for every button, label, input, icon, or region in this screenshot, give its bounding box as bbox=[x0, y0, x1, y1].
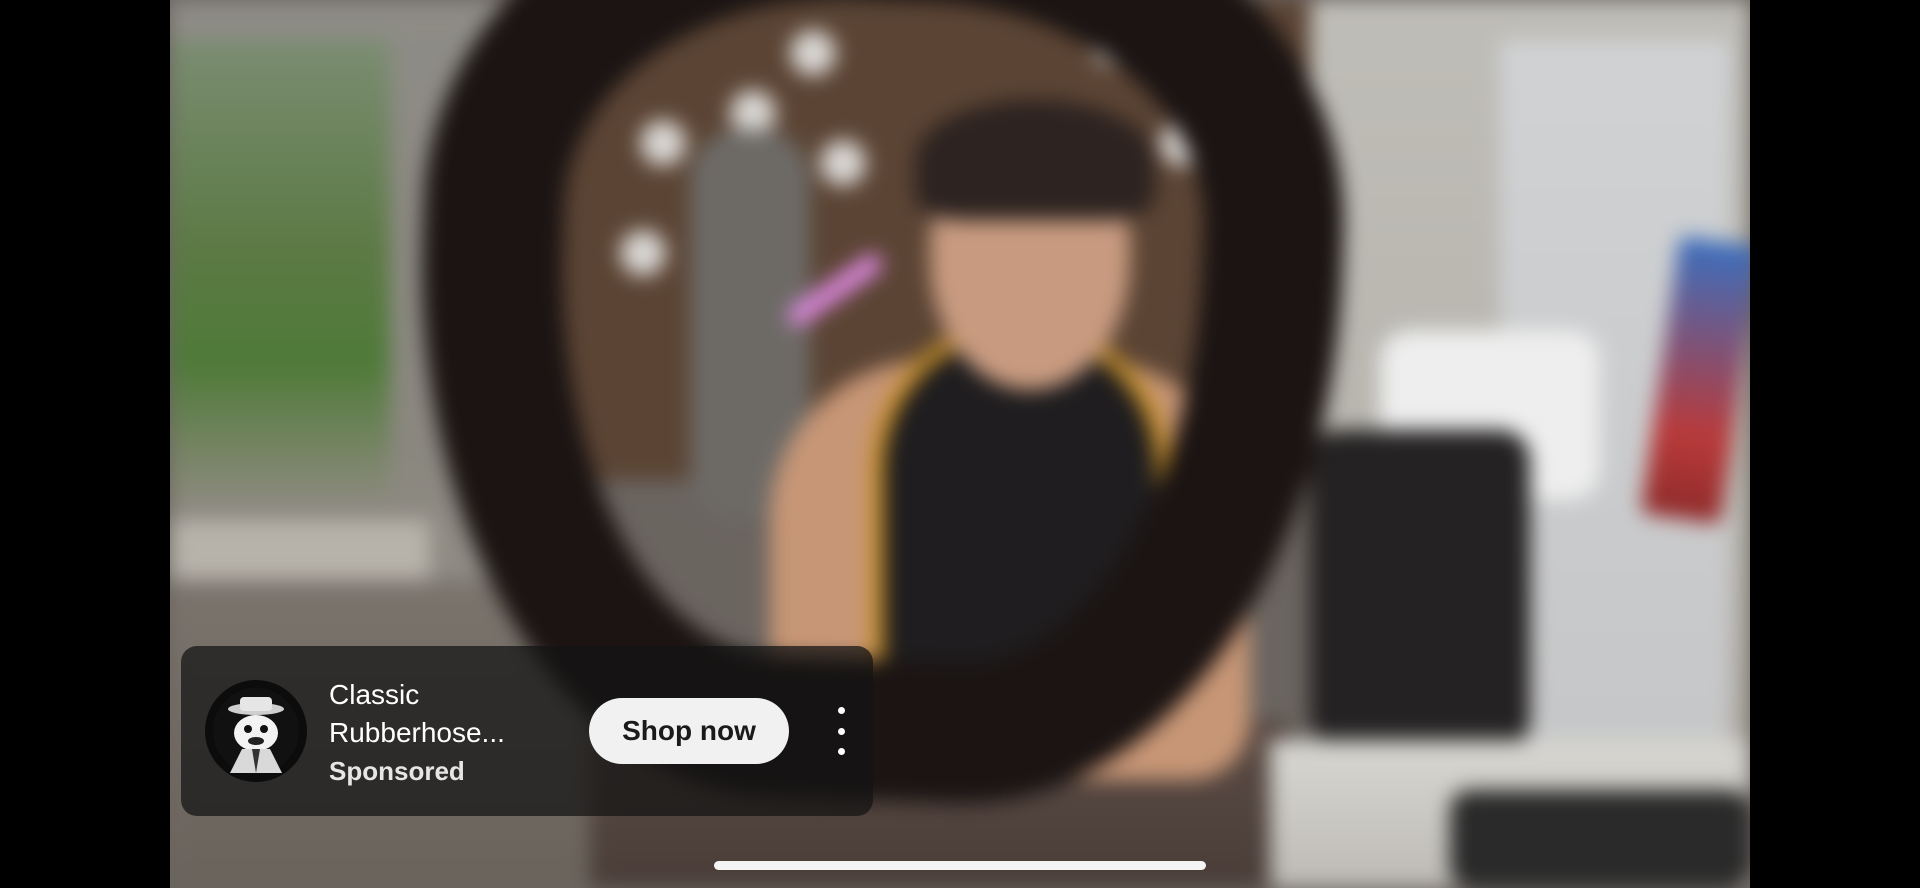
more-options-icon[interactable] bbox=[829, 707, 853, 755]
scene-desk-items bbox=[1450, 790, 1750, 888]
home-indicator[interactable] bbox=[714, 861, 1206, 870]
ad-title[interactable]: Classic Rubberhose... bbox=[329, 676, 559, 752]
sponsored-label: Sponsored bbox=[329, 756, 465, 786]
more-dot bbox=[837, 748, 845, 755]
scene-window-sill bbox=[170, 520, 430, 580]
shop-now-button[interactable]: Shop now bbox=[589, 698, 789, 764]
more-dot bbox=[837, 727, 845, 735]
scene-window bbox=[170, 40, 390, 500]
sponsored-ad-card[interactable]: Classic Rubberhose... Sponsored Shop now bbox=[181, 646, 873, 816]
more-dot bbox=[837, 707, 845, 714]
cartoon-detective-avatar-icon[interactable] bbox=[205, 680, 307, 782]
ad-text-block[interactable]: Classic Rubberhose... Sponsored bbox=[329, 676, 559, 786]
scene-dark-chair bbox=[1310, 430, 1530, 750]
screen: Classic Rubberhose... Sponsored Shop now bbox=[0, 0, 1920, 888]
